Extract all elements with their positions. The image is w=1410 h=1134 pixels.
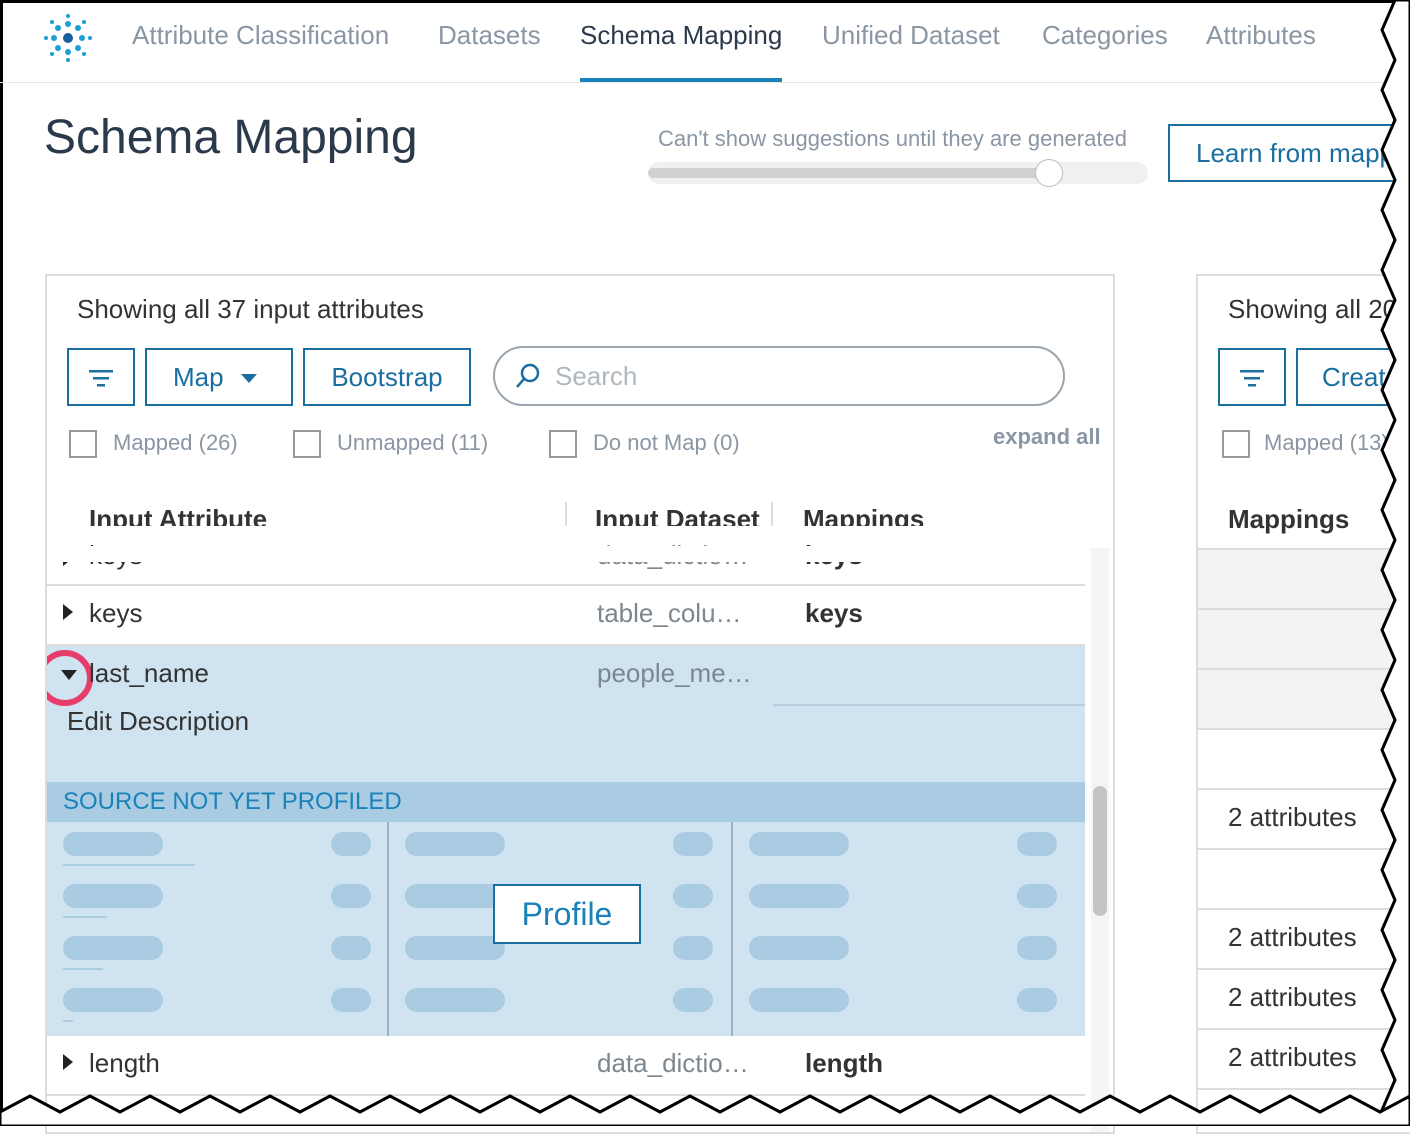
torn-edge (0, 0, 1410, 1126)
